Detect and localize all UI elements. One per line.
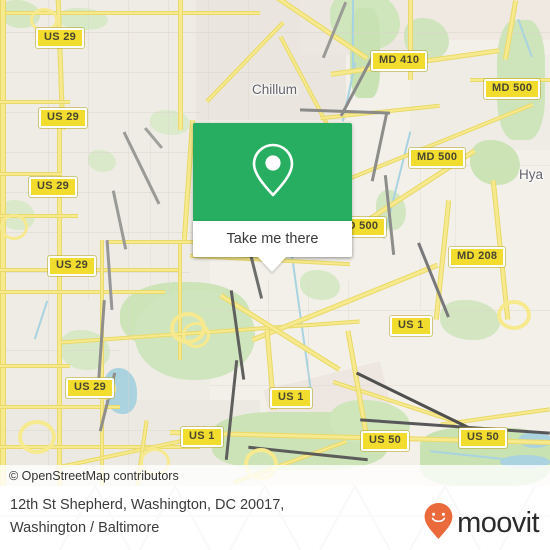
highway-shield: US 29: [66, 378, 115, 398]
minor-road: [455, 160, 456, 250]
highway-shield: MD 500: [409, 148, 466, 168]
osm-attribution-text: © OpenStreetMap contributors: [9, 468, 179, 483]
minor-road: [420, 150, 421, 310]
park-area: [88, 150, 116, 172]
highway-shield: US 50: [459, 428, 508, 448]
major-road: [0, 100, 70, 104]
map-attribution-bar: © OpenStreetMap contributors: [0, 465, 550, 486]
highway-shield: US 50: [361, 431, 410, 451]
take-me-there-label: Take me there: [226, 231, 319, 247]
stream-line: [352, 0, 354, 70]
callout-header: [193, 123, 352, 221]
major-road: [0, 172, 62, 176]
major-road: [0, 0, 6, 486]
highway-shield: MD 208: [449, 247, 506, 267]
minor-road: [88, 0, 89, 300]
interchange-loop: [0, 214, 28, 240]
major-road: [0, 364, 70, 368]
highway-shield: US 29: [36, 28, 85, 48]
moovit-map-screenshot: Chillum Hya US 29 US 29 US 29 US 29 US 29 MD 4…: [0, 0, 550, 550]
place-label: Chillum: [252, 82, 298, 97]
highway-shield: US 29: [48, 256, 97, 276]
address-line-1: 12th St Shepherd, Washington, DC 20017,: [10, 497, 285, 513]
moovit-pin-smile-icon: [423, 502, 454, 545]
major-road: [178, 0, 183, 130]
moovit-wordmark: moovit: [457, 507, 539, 539]
highway-shield: US 1: [390, 316, 432, 336]
interchange-loop: [182, 322, 210, 348]
highway-shield: US 29: [39, 108, 88, 128]
footer-bar: 12th St Shepherd, Washington, DC 20017, …: [0, 486, 550, 550]
take-me-there-button[interactable]: Take me there: [193, 221, 352, 257]
highway-shield: MD 500: [484, 79, 541, 99]
highway-shield: US 1: [270, 388, 312, 408]
moovit-brand[interactable]: moovit: [423, 502, 540, 545]
interchange-loop: [497, 300, 531, 330]
park-area: [150, 110, 190, 135]
destination-callout[interactable]: Take me there: [193, 123, 352, 272]
highway-shield: US 1: [181, 427, 223, 447]
map-pin-icon: [250, 141, 296, 204]
callout-tail: [258, 257, 286, 272]
minor-road: [150, 120, 151, 300]
place-label: Hya: [519, 167, 544, 182]
major-road: [0, 290, 165, 294]
minor-road: [308, 280, 309, 390]
location-address: 12th St Shepherd, Washington, DC 20017, …: [10, 494, 360, 540]
interchange-loop: [18, 420, 56, 454]
highway-shield: US 29: [29, 177, 78, 197]
address-line-2: Washington / Baltimore: [10, 520, 160, 536]
minor-road: [0, 112, 200, 113]
highway-shield: MD 410: [371, 51, 428, 71]
map-canvas[interactable]: Chillum Hya US 29 US 29 US 29 US 29 US 29 MD 4…: [0, 0, 550, 486]
minor-road: [168, 0, 169, 300]
minor-road: [48, 0, 49, 486]
